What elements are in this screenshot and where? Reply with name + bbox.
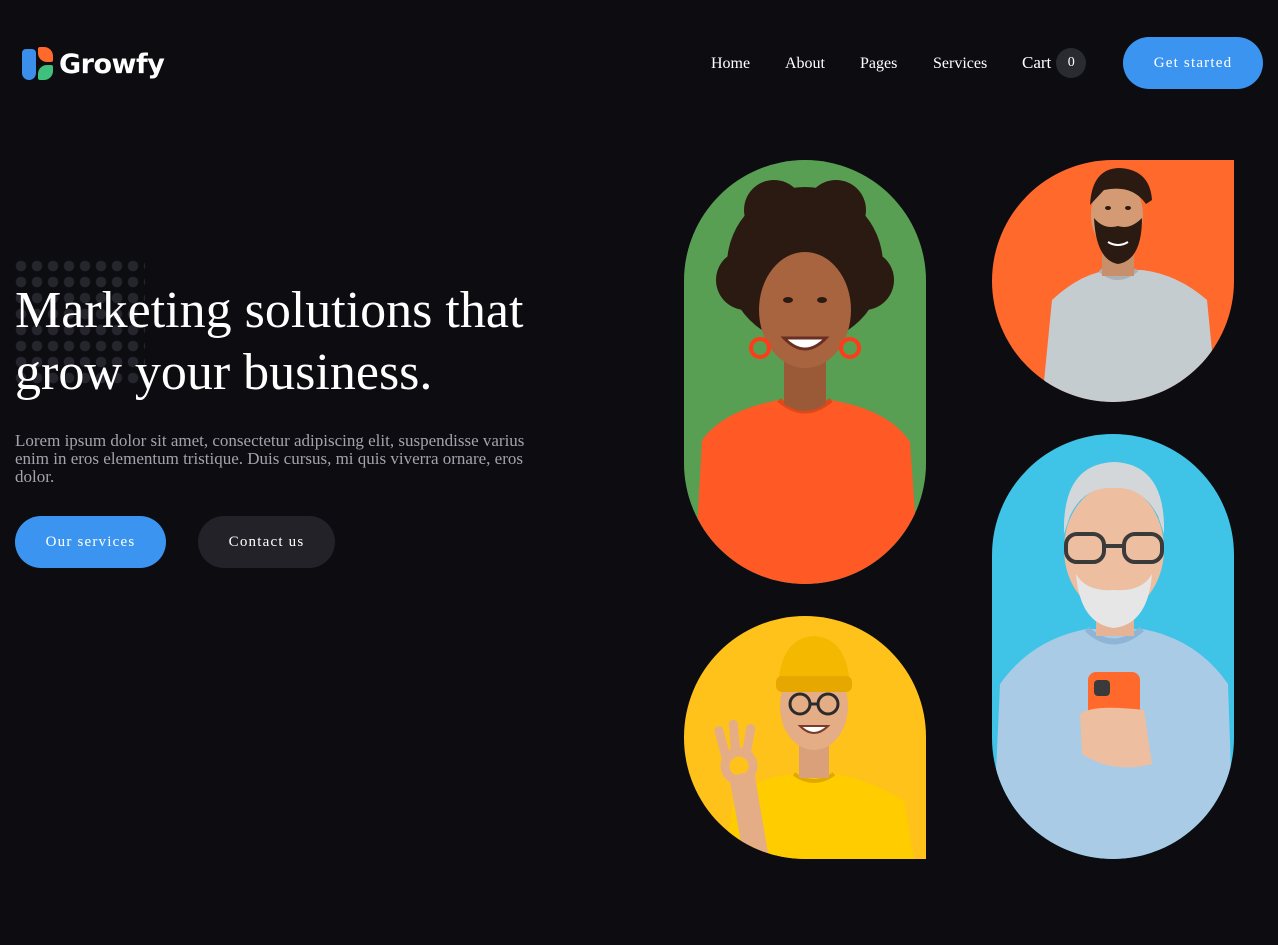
hero-description: Lorem ipsum dolor sit amet, consectetur … [15, 431, 525, 486]
brand-logo-mark [22, 47, 54, 81]
smiling-woman-photo [684, 160, 926, 584]
cart-label: Cart [1022, 53, 1052, 72]
cart-link[interactable]: Cart 0 [1022, 48, 1087, 78]
nav-services[interactable]: Services [933, 53, 987, 75]
our-services-button[interactable]: Our services [15, 516, 166, 568]
nav-about[interactable]: About [785, 53, 825, 75]
cart-count-badge: 0 [1056, 48, 1087, 78]
man-yellow-beanie-photo [684, 616, 926, 859]
contact-us-button[interactable]: Contact us [198, 516, 335, 568]
nav-pages[interactable]: Pages [860, 53, 897, 75]
hero-title: Marketing solutions that grow your busin… [15, 280, 575, 404]
hero-title-line-1: Marketing solutions that [15, 282, 524, 339]
get-started-button[interactable]: Get started [1123, 37, 1263, 89]
nav-home[interactable]: Home [711, 53, 750, 75]
bearded-man-photo [992, 160, 1234, 402]
brand-logo[interactable]: Growfy [22, 47, 165, 81]
brand-name: Growfy [59, 48, 165, 80]
older-man-phone-photo [992, 434, 1234, 859]
hero-title-line-2: grow your business. [15, 344, 433, 401]
